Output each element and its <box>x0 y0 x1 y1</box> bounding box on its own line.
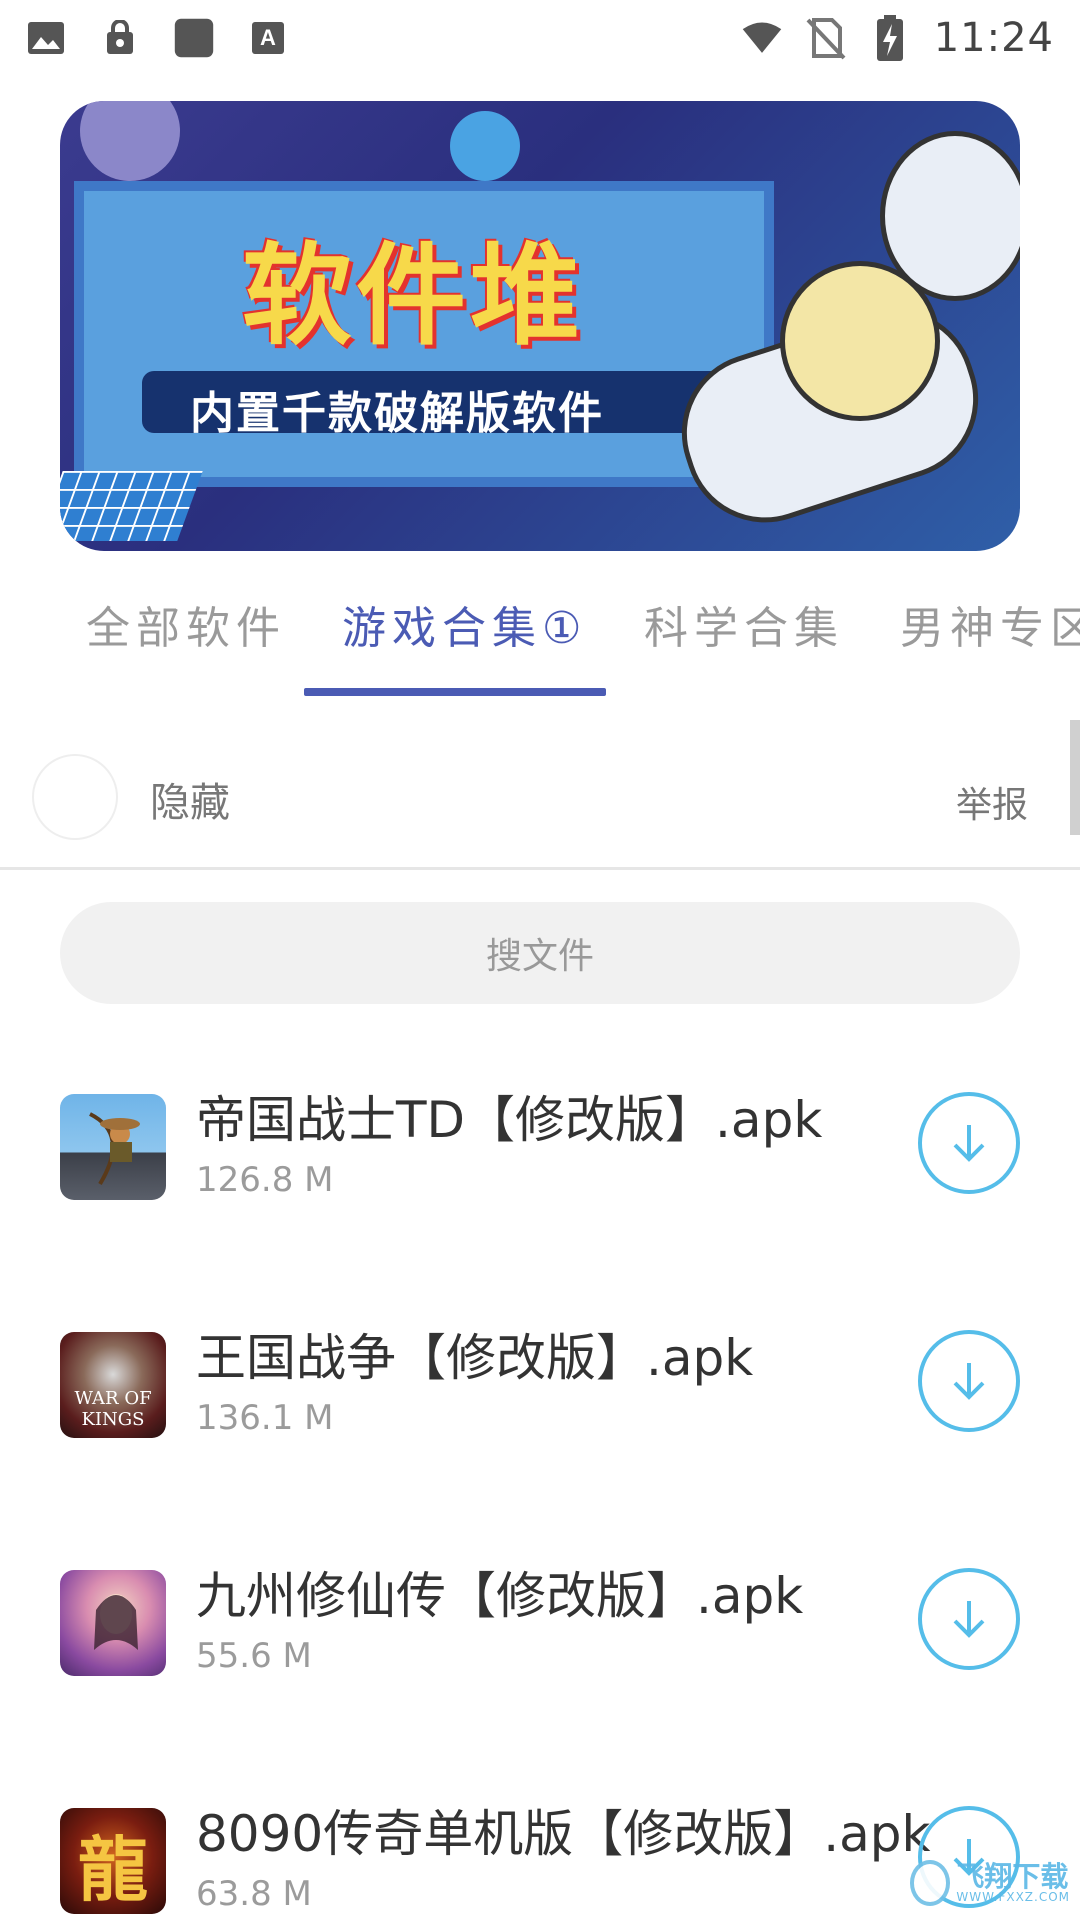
search-placeholder: 搜文件 <box>485 936 594 977</box>
tab-science-collection[interactable]: 科学合集 <box>644 592 844 656</box>
category-tabs: 全部软件 游戏合集① 科学合集 男神专区 <box>0 562 1080 696</box>
astronaut-helmet-illustration <box>880 131 1020 301</box>
download-arrow-icon <box>953 1125 985 1162</box>
war-of-kings-icon: WAR OF KINGS <box>60 1332 166 1438</box>
ad-row: 隐藏 举报 <box>0 720 1080 870</box>
hide-button[interactable]: 隐藏 <box>150 770 230 828</box>
dragon-character: 龍 <box>78 1828 148 1911</box>
icon-label: WAR OF KINGS <box>74 1388 152 1430</box>
list-item[interactable]: WAR OF KINGS 王国战争【修改版】.apk 136.1 M <box>0 1318 1080 1458</box>
search-input[interactable]: 搜文件 <box>60 902 1020 1004</box>
tab-male-zone[interactable]: 男神专区 <box>900 592 1080 656</box>
download-arrow-icon <box>953 1601 985 1638</box>
svg-text:A: A <box>260 25 276 50</box>
planet-decoration <box>80 101 180 181</box>
lock-bag-icon <box>100 18 140 58</box>
no-sim-icon <box>806 17 846 59</box>
app-square-icon <box>174 18 214 58</box>
file-name: 九州修仙传【修改版】.apk <box>196 1567 804 1625</box>
download-button[interactable] <box>918 1092 1020 1194</box>
list-item[interactable]: 帝国战士TD【修改版】.apk 126.8 M <box>0 1080 1080 1220</box>
scrollbar[interactable] <box>1070 720 1080 835</box>
file-size: 63.8 M <box>196 1874 312 1914</box>
banner-subtitle: 内置千款破解版软件 <box>190 388 604 439</box>
active-tab-indicator <box>304 688 606 696</box>
watermark: 飞翔下载 WWW.FXXZ.COM <box>910 1856 1070 1910</box>
file-name: 帝国战士TD【修改版】.apk <box>196 1091 823 1149</box>
watermark-logo-icon <box>910 1860 951 1906</box>
download-button[interactable] <box>918 1330 1020 1432</box>
tab-game-collection[interactable]: 游戏合集① <box>342 592 587 656</box>
promo-banner[interactable]: 软件堆 内置千款破解版软件 <box>60 101 1020 551</box>
file-size: 55.6 M <box>196 1636 312 1676</box>
dragon-icon: 龍 <box>60 1808 166 1914</box>
watermark-text: 飞翔下载 <box>956 1860 1069 1893</box>
avatar <box>32 754 118 840</box>
xianxia-girl-icon <box>60 1570 166 1676</box>
list-item[interactable]: 九州修仙传【修改版】.apk 55.6 M <box>0 1556 1080 1696</box>
archer-game-icon <box>60 1094 166 1200</box>
report-button[interactable]: 举报 <box>956 776 1028 828</box>
file-size: 136.1 M <box>196 1398 334 1438</box>
clock: 11:24 <box>933 14 1054 61</box>
banner-title: 软件堆 <box>242 232 584 360</box>
font-a-icon: A <box>248 18 288 58</box>
tab-all-software[interactable]: 全部软件 <box>86 592 286 656</box>
watermark-url: WWW.FXXZ.COM <box>956 1890 1070 1904</box>
battery-charging-icon <box>870 14 910 61</box>
grid-decoration <box>60 471 203 541</box>
file-size: 126.8 M <box>196 1160 334 1200</box>
download-button[interactable] <box>918 1568 1020 1670</box>
wifi-icon <box>742 18 782 58</box>
file-name: 8090传奇单机版【修改版】.apk <box>196 1805 931 1863</box>
download-arrow-icon <box>953 1363 985 1400</box>
planet-decoration <box>450 111 520 181</box>
screen: A 11:24 软件堆 内置千款破解版软件 全部软件 游戏合集① 科学合集 男神… <box>0 0 1080 1920</box>
image-icon <box>26 18 66 58</box>
status-bar: A 11:24 <box>0 0 1080 75</box>
file-name: 王国战争【修改版】.apk <box>196 1329 754 1387</box>
